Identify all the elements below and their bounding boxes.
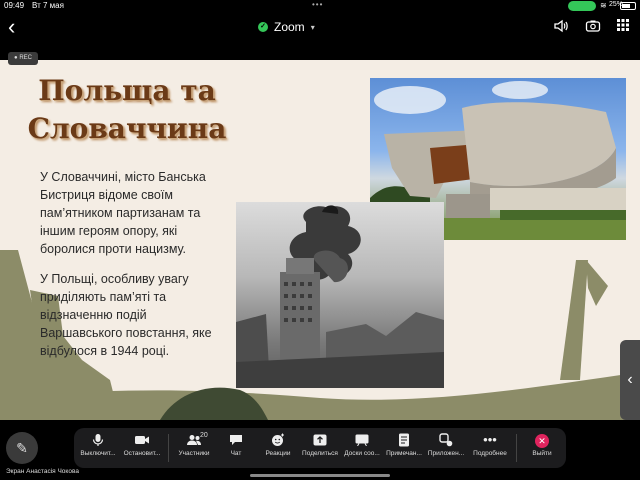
wifi-icon: ≋ [600, 1, 607, 10]
share-label: Поделиться [302, 450, 338, 457]
chevron-left-icon: ‹ [8, 14, 16, 39]
more-label: Подробнее [473, 450, 507, 457]
participants-icon [172, 428, 216, 450]
more-dots-icon: ••• [483, 432, 497, 447]
slide-paragraph-slovakia: У Словаччині, місто Банська Бистриця від… [40, 170, 206, 256]
speaker-icon [554, 19, 568, 33]
status-time: 09:49 [4, 1, 25, 10]
whiteboards-label: Доски соо... [344, 450, 380, 457]
shared-screen-slide: Польща та Словаччина У Словаччині, місто… [0, 60, 640, 420]
stop-video-button[interactable]: Остановит... [120, 428, 164, 468]
side-panel-tab[interactable]: ‹ [620, 340, 640, 420]
whiteboard-icon [340, 428, 384, 450]
toolbar-divider [168, 434, 169, 462]
participants-count: 20 [200, 432, 208, 439]
meeting-title: Zoom [274, 20, 305, 34]
battery-icon [620, 2, 636, 10]
chat-label: Чат [230, 450, 242, 457]
chat-bubble-icon [214, 428, 258, 450]
participants-button[interactable]: 20 Участники [172, 428, 216, 468]
toolbar-divider [516, 434, 517, 462]
apps-button[interactable]: Приложен... [424, 428, 468, 468]
video-label: Остановит... [123, 450, 161, 457]
recording-label: REC [19, 55, 32, 61]
video-camera-icon [120, 428, 164, 450]
annotate-button[interactable]: ✎ [6, 432, 38, 464]
camera-switch-icon [585, 20, 601, 32]
participants-label: Участники [178, 450, 210, 457]
more-button[interactable]: ••• Подробнее [468, 428, 512, 468]
notes-label: Примечан... [386, 450, 422, 457]
notes-icon [382, 428, 426, 450]
share-button[interactable]: Поделиться [298, 428, 342, 468]
multitask-dots-icon[interactable]: ••• [312, 0, 323, 9]
mute-label: Выключит... [80, 450, 116, 457]
status-bar: 09:49 Вт 7 мая ••• ≋ 25% [0, 0, 640, 12]
apps-label: Приложен... [427, 450, 465, 457]
reactions-button[interactable]: Реакции [256, 428, 300, 468]
emoji-plus-icon [256, 428, 300, 450]
microphone-icon [76, 428, 120, 450]
share-screen-icon [298, 428, 342, 450]
call-indicator[interactable] [568, 1, 596, 11]
screen-share-owner-label: Экран Анастасія Чокова [6, 468, 79, 475]
switch-camera-button[interactable] [584, 18, 602, 36]
slide-title: Польща та Словаччина [27, 74, 227, 145]
chevron-down-icon: ▾ [310, 22, 315, 32]
leave-x-icon: ✕ [535, 434, 549, 448]
apps-icon [424, 428, 468, 450]
meeting-title-button[interactable]: ✓ Zoom ▾ [258, 20, 315, 34]
chevron-left-icon: ‹ [627, 371, 633, 388]
reactions-label: Реакции [265, 450, 291, 457]
shield-check-icon: ✓ [258, 22, 268, 32]
slide-paragraph-poland: У Польщі, особливу увагу приділяють пам’… [40, 272, 212, 358]
grid-view-icon [617, 19, 629, 31]
meeting-toolbar: Выключит... Остановит... 20 Участники Ча… [74, 428, 566, 468]
leave-button[interactable]: ✕ Выйти [520, 428, 564, 468]
recording-badge: ● REC [8, 52, 38, 65]
notes-button[interactable]: Примечан... [382, 428, 426, 468]
pencil-icon: ✎ [16, 440, 28, 456]
gallery-view-button[interactable] [614, 18, 632, 36]
meeting-top-bar: ‹ ✓ Zoom ▾ [0, 12, 640, 46]
speaker-button[interactable] [552, 18, 570, 36]
status-date: Вт 7 мая [32, 1, 64, 10]
chat-button[interactable]: Чат [214, 428, 258, 468]
back-button[interactable]: ‹ [8, 16, 15, 38]
whiteboards-button[interactable]: Доски соо... [340, 428, 384, 468]
warsaw-uprising-photo [236, 202, 444, 388]
leave-label: Выйти [532, 450, 552, 457]
home-indicator[interactable] [250, 474, 390, 477]
mute-button[interactable]: Выключит... [76, 428, 120, 468]
